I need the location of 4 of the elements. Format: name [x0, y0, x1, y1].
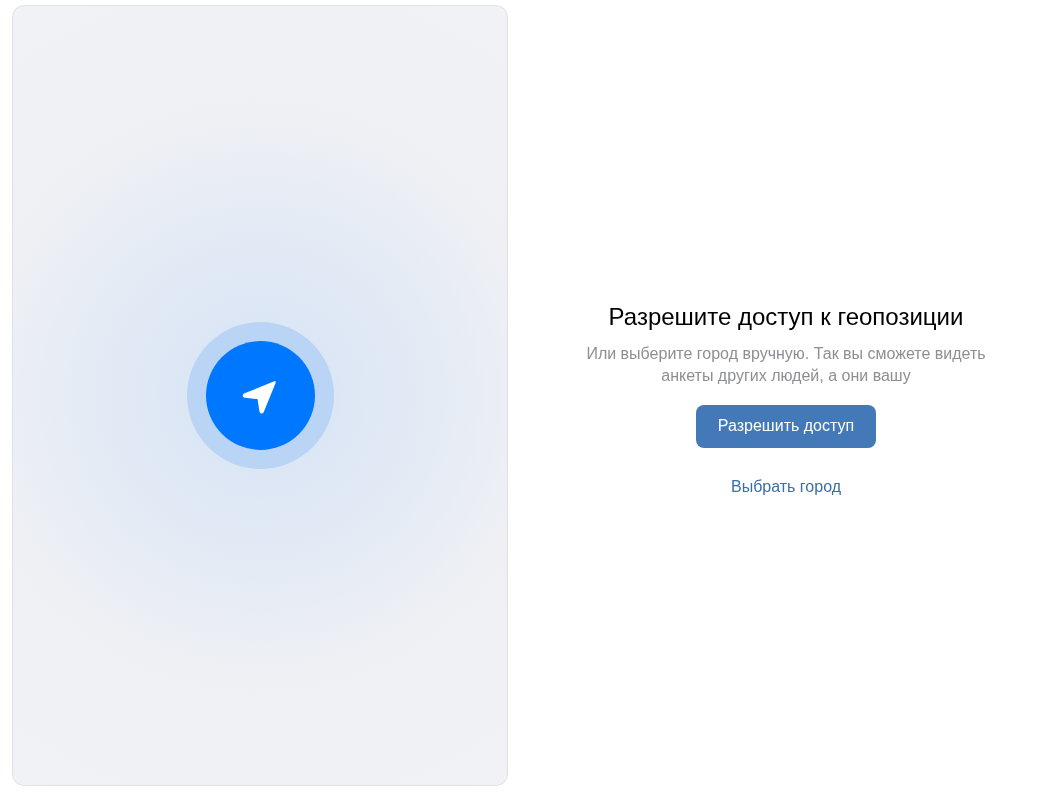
choose-city-link[interactable]: Выбрать город — [730, 474, 842, 499]
prompt-title: Разрешите доступ к геопозиции — [608, 301, 964, 332]
prompt-description: Или выберите город вручную. Так вы сможете видеть анкеты других людей, а они вашу — [585, 343, 987, 386]
allow-access-button[interactable]: Разрешить доступ — [695, 404, 877, 448]
